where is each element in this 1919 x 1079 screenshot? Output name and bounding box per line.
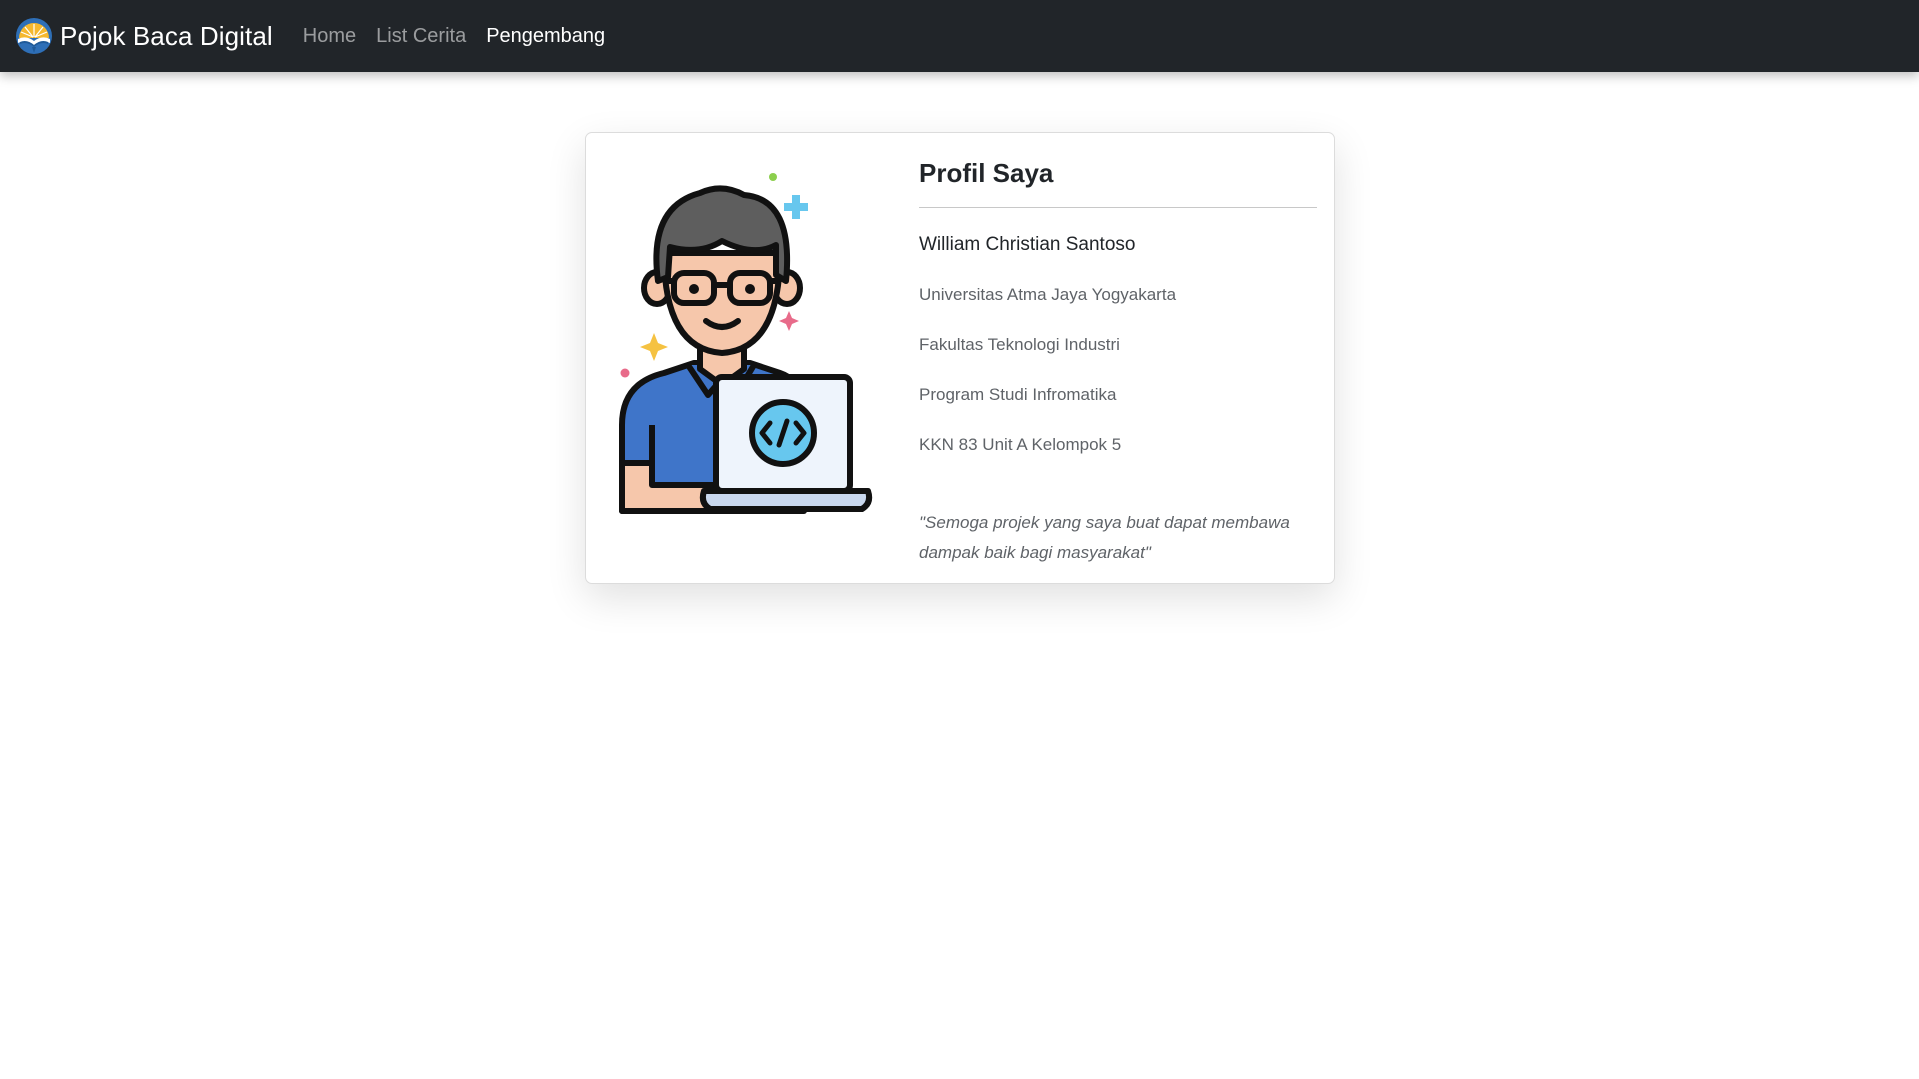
profile-card: Profil Saya William Christian Santoso Un… (585, 132, 1335, 584)
book-sun-logo-icon (16, 18, 52, 54)
dot-pink-icon (620, 368, 630, 378)
nav-link-pengembang[interactable]: Pengembang (486, 25, 605, 48)
profile-study-program: Program Studi Infromatika (919, 385, 1117, 404)
nav-link-home[interactable]: Home (303, 25, 356, 48)
profile-content: Profil Saya William Christian Santoso Un… (919, 153, 1317, 568)
profile-quote: "Semoga projek yang saya buat dapat memb… (919, 513, 1290, 562)
profile-title: Profil Saya (919, 158, 1054, 188)
top-navbar: Pojok Baca Digital Home List Cerita Peng… (0, 0, 1919, 72)
profile-kkn-group: KKN 83 Unit A Kelompok 5 (919, 435, 1122, 454)
plus-sparkle-icon (784, 195, 808, 219)
nav-links: Home List Cerita Pengembang (303, 25, 625, 48)
profile-name: William Christian Santoso (919, 234, 1136, 255)
developer-with-laptop-illustration-icon (619, 173, 873, 514)
brand-link[interactable]: Pojok Baca Digital (14, 16, 273, 56)
title-divider (919, 207, 1317, 208)
nav-link-list-cerita[interactable]: List Cerita (376, 25, 466, 48)
profile-university: Universitas Atma Jaya Yogyakarta (919, 285, 1177, 304)
profile-faculty: Fakultas Teknologi Industri (919, 335, 1120, 354)
brand-name: Pojok Baca Digital (60, 20, 273, 51)
star-sparkle-pink-icon (779, 311, 799, 331)
star-sparkle-yellow-icon (640, 333, 668, 361)
dot-green-icon (769, 173, 777, 181)
